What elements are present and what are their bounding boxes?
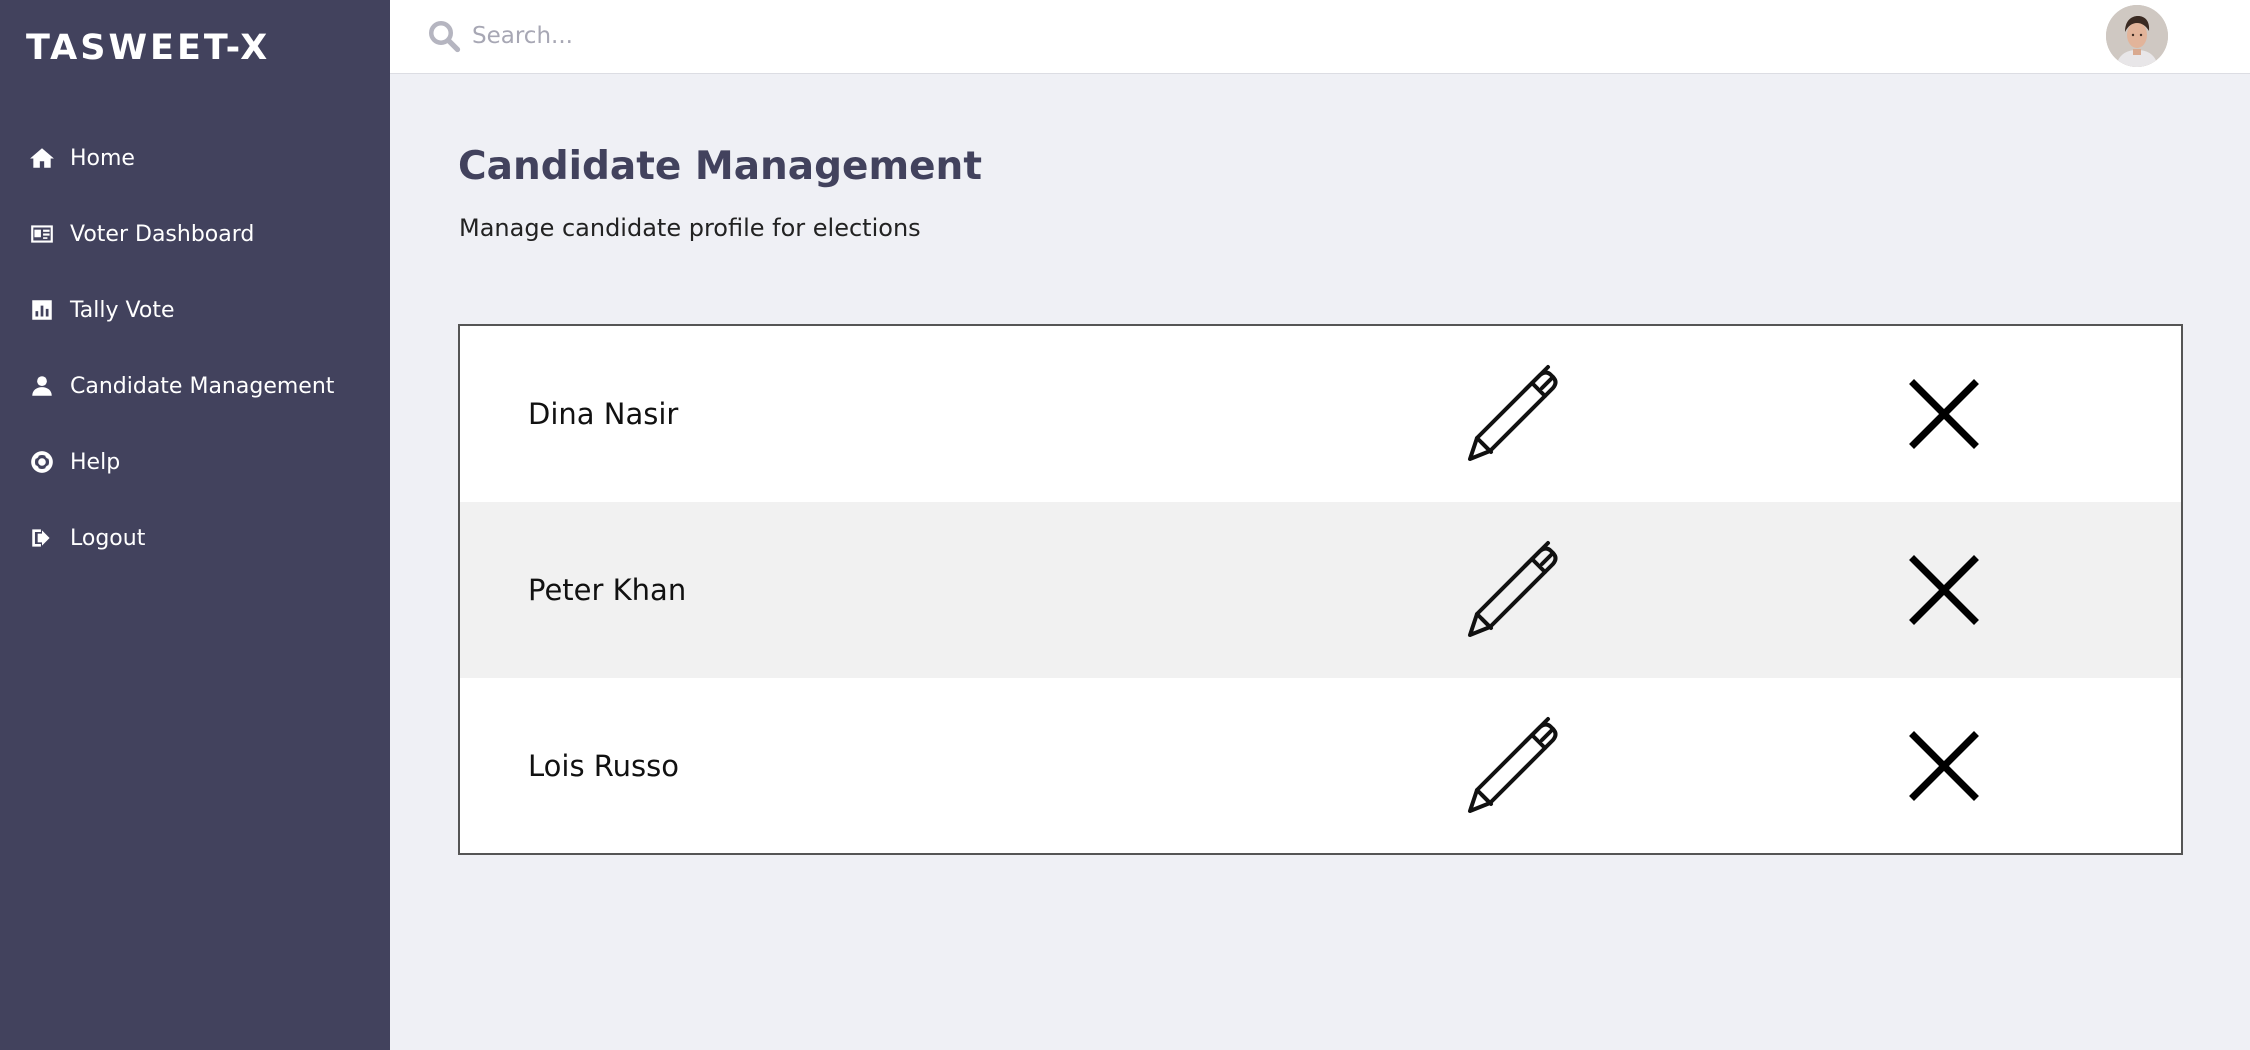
sidebar-item-tally-vote[interactable]: Tally Vote: [0, 272, 390, 348]
main-content: Candidate Management Manage candidate pr…: [390, 74, 2250, 1050]
sidebar-item-help[interactable]: Help: [0, 424, 390, 500]
sidebar-item-label: Logout: [70, 525, 146, 551]
sidebar-item-home[interactable]: Home: [0, 120, 390, 196]
table-row: Lois Russo: [460, 678, 2181, 854]
chart-icon: [28, 296, 56, 324]
sidebar-nav: Home Voter Dashboard Tally Vote Candidat…: [0, 120, 390, 576]
edit-pen-icon[interactable]: [1462, 716, 1562, 816]
brand-logo[interactable]: TASWEET-X: [26, 28, 270, 68]
delete-x-icon[interactable]: [1900, 722, 1988, 810]
search-input[interactable]: [472, 14, 1172, 58]
page-subtitle: Manage candidate profile for elections: [459, 214, 921, 242]
sign-out-icon: [28, 524, 56, 552]
table-row: Dina Nasir: [460, 326, 2181, 502]
sidebar-item-label: Candidate Management: [70, 373, 335, 399]
id-card-icon: [28, 220, 56, 248]
sidebar-item-candidate-management[interactable]: Candidate Management: [0, 348, 390, 424]
candidate-name: Dina Nasir: [528, 397, 679, 431]
sidebar-item-label: Voter Dashboard: [70, 221, 255, 247]
delete-x-icon[interactable]: [1900, 370, 1988, 458]
sidebar-item-label: Tally Vote: [70, 297, 175, 323]
user-icon: [28, 372, 56, 400]
edit-pen-icon[interactable]: [1462, 540, 1562, 640]
page-title: Candidate Management: [458, 144, 982, 189]
life-ring-icon: [28, 448, 56, 476]
sidebar-item-logout[interactable]: Logout: [0, 500, 390, 576]
sidebar-item-label: Help: [70, 449, 121, 475]
sidebar-item-label: Home: [70, 145, 135, 171]
top-bar: [390, 0, 2250, 74]
home-icon: [28, 144, 56, 172]
candidate-name: Peter Khan: [528, 573, 687, 607]
avatar[interactable]: [2106, 5, 2168, 67]
search-icon: [429, 21, 461, 53]
candidate-table: Dina Nasir Peter Khan Lois Russo: [458, 324, 2183, 855]
sidebar: TASWEET-X Home Voter Dashboard Tally Vot…: [0, 0, 390, 1050]
table-row: Peter Khan: [460, 502, 2181, 678]
sidebar-item-voter-dashboard[interactable]: Voter Dashboard: [0, 196, 390, 272]
candidate-name: Lois Russo: [528, 749, 679, 783]
delete-x-icon[interactable]: [1900, 546, 1988, 634]
edit-pen-icon[interactable]: [1462, 364, 1562, 464]
